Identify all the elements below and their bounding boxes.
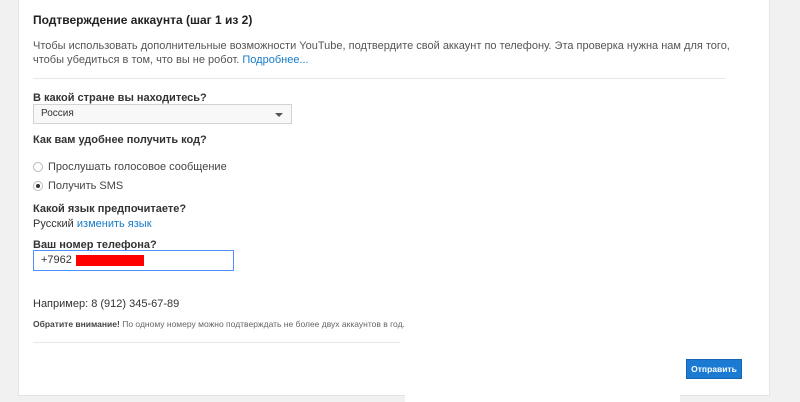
country-select[interactable]: Россия bbox=[33, 104, 292, 124]
country-select-value: Россия bbox=[41, 108, 74, 119]
panel-overlay bbox=[405, 343, 680, 402]
chevron-down-icon bbox=[275, 113, 283, 117]
phone-input[interactable]: +7962 bbox=[33, 250, 234, 271]
divider-bottom bbox=[33, 342, 400, 343]
phone-example: Например: 8 (912) 345-67-89 bbox=[33, 298, 180, 310]
method-question: Как вам удобнее получить код? bbox=[33, 134, 207, 146]
note-label: Обратите внимание! bbox=[33, 319, 120, 329]
change-language-link[interactable]: изменить язык bbox=[77, 218, 152, 230]
note-text: По одному номеру можно подтверждать не б… bbox=[122, 319, 405, 329]
language-question: Какой язык предпочитаете? bbox=[33, 203, 187, 215]
learn-more-link[interactable]: Подробнее... bbox=[242, 54, 308, 66]
language-row: Русский изменить язык bbox=[33, 218, 152, 230]
radio-voice-option[interactable]: Прослушать голосовое сообщение bbox=[33, 161, 227, 173]
note: Обратите внимание! По одному номеру можн… bbox=[33, 319, 405, 329]
submit-button[interactable]: Отправить bbox=[686, 359, 742, 379]
radio-sms-option[interactable]: Получить SMS bbox=[33, 180, 123, 192]
country-question: В какой стране вы находитесь? bbox=[33, 92, 207, 104]
page-title: Подтверждение аккаунта (шаг 1 из 2) bbox=[33, 13, 253, 27]
language-value: Русский bbox=[33, 218, 74, 230]
radio-voice-label: Прослушать голосовое сообщение bbox=[48, 161, 227, 173]
intro-description: Чтобы использовать дополнительные возмож… bbox=[33, 40, 730, 66]
radio-sms[interactable] bbox=[33, 181, 43, 191]
radio-voice[interactable] bbox=[33, 162, 43, 172]
divider-top bbox=[33, 78, 726, 79]
phone-input-value: +7962 bbox=[41, 254, 72, 266]
redaction-bar bbox=[76, 255, 144, 266]
radio-sms-label: Получить SMS bbox=[48, 180, 124, 192]
intro-text: Чтобы использовать дополнительные возмож… bbox=[33, 39, 753, 67]
